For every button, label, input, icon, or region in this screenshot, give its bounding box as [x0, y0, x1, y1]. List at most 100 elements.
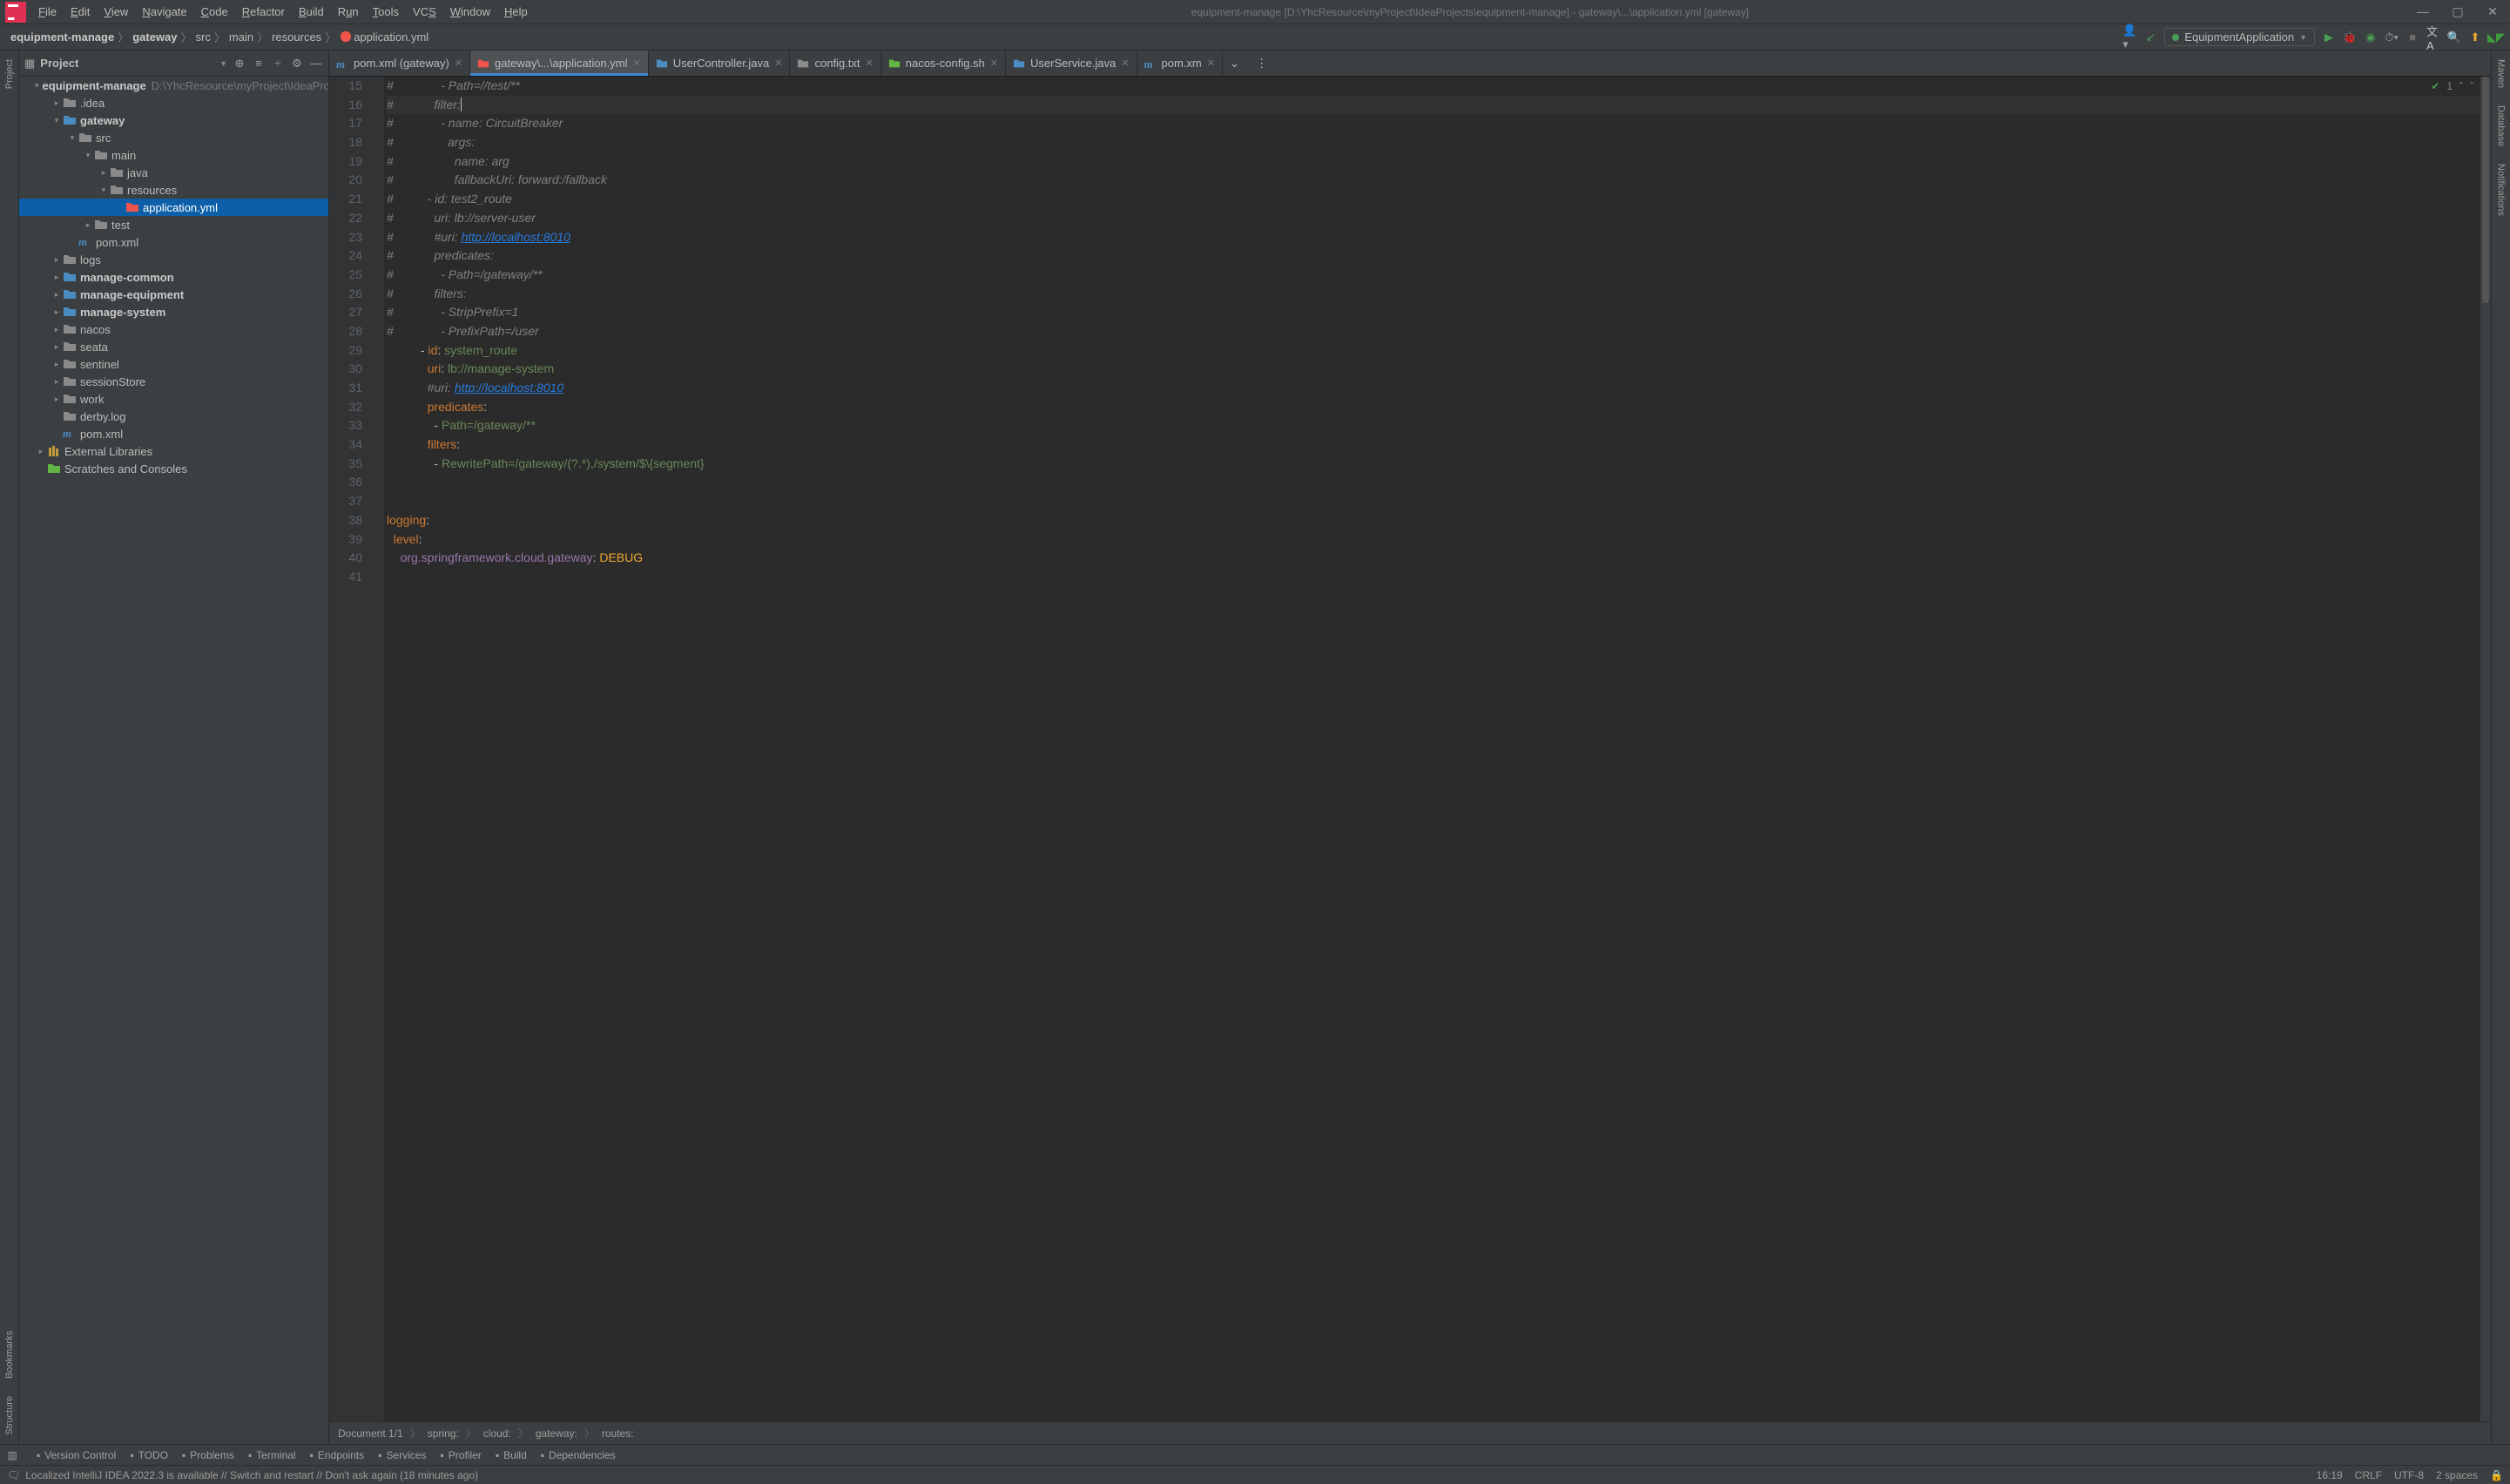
- close-tab-icon[interactable]: ✕: [1121, 57, 1129, 69]
- tree-row[interactable]: ▾equipment-manageD:\YhcResource\myProjec…: [19, 77, 328, 94]
- next-problem-icon[interactable]: ˇ: [2470, 80, 2473, 92]
- code-line[interactable]: # - name: CircuitBreaker: [387, 114, 2480, 133]
- tree-row[interactable]: ▸manage-equipment: [19, 286, 328, 303]
- left-tab-bookmarks[interactable]: Bookmarks: [3, 1322, 17, 1387]
- code-line[interactable]: # uri: lb://server-user: [387, 209, 2480, 228]
- crumb-item[interactable]: gateway:: [536, 1427, 577, 1440]
- tree-row[interactable]: derby.log: [19, 408, 328, 425]
- crumb-item[interactable]: routes:: [602, 1427, 634, 1440]
- coverage-button[interactable]: ◉: [2364, 30, 2378, 44]
- tool-tab-services[interactable]: ▪Services: [378, 1449, 426, 1461]
- editor-tab[interactable]: gateway\...\application.yml✕: [470, 51, 649, 76]
- tree-row[interactable]: ▾main: [19, 146, 328, 164]
- editor-scrollbar[interactable]: [2480, 77, 2491, 1421]
- tree-caret-icon[interactable]: ▸: [35, 447, 47, 456]
- tree-row[interactable]: mpom.xml: [19, 233, 328, 251]
- tree-row[interactable]: ▸sentinel: [19, 355, 328, 373]
- vcs-update-icon[interactable]: ↙: [2143, 30, 2157, 44]
- tree-row[interactable]: Scratches and Consoles: [19, 460, 328, 477]
- tree-caret-icon[interactable]: ▾: [35, 81, 39, 91]
- tree-row[interactable]: ▸test: [19, 216, 328, 233]
- menu-vcs[interactable]: VCS: [406, 2, 443, 22]
- project-view-icon[interactable]: ▦: [24, 57, 35, 71]
- tree-caret-icon[interactable]: ▾: [82, 151, 94, 160]
- status-field[interactable]: CRLF: [2355, 1469, 2382, 1481]
- tree-caret-icon[interactable]: ▾: [51, 116, 63, 125]
- inspection-widget[interactable]: ✔ 1 ˆ ˇ: [2431, 80, 2473, 92]
- status-message[interactable]: Localized IntelliJ IDEA 2022.3 is availa…: [25, 1469, 2316, 1481]
- code-line[interactable]: predicates:: [387, 398, 2480, 417]
- code-line[interactable]: # fallbackUri: forward:/fallback: [387, 171, 2480, 190]
- ide-updates-icon[interactable]: ⬆: [2468, 30, 2482, 44]
- scroll-thumb[interactable]: [2482, 77, 2489, 303]
- code-line[interactable]: [387, 473, 2480, 492]
- tree-caret-icon[interactable]: ▾: [66, 133, 78, 143]
- close-tab-icon[interactable]: ✕: [774, 57, 782, 69]
- tool-tab-build[interactable]: ▪Build: [496, 1449, 527, 1461]
- crumb-item[interactable]: spring:: [428, 1427, 459, 1440]
- chevron-down-icon[interactable]: ▼: [219, 59, 227, 68]
- tool-tab-todo[interactable]: ▪TODO: [130, 1449, 168, 1461]
- code-line[interactable]: # filters:: [387, 285, 2480, 304]
- menu-file[interactable]: File: [31, 2, 64, 22]
- code-line[interactable]: [387, 568, 2480, 587]
- tree-row[interactable]: ▸logs: [19, 251, 328, 268]
- menu-navigate[interactable]: Navigate: [135, 2, 193, 22]
- select-opened-file-icon[interactable]: ⊕: [233, 57, 246, 71]
- tool-windows-icon[interactable]: ▥: [5, 1448, 19, 1462]
- close-tab-icon[interactable]: ✕: [866, 57, 874, 69]
- collapse-all-icon[interactable]: ÷: [271, 57, 285, 71]
- menu-build[interactable]: Build: [292, 2, 331, 22]
- debug-button[interactable]: 🐞: [2343, 30, 2357, 44]
- code-line[interactable]: - id: system_route: [387, 341, 2480, 361]
- editor-tab[interactable]: nacos-config.sh✕: [881, 51, 1006, 76]
- code-line[interactable]: filters:: [387, 435, 2480, 455]
- code-line[interactable]: logging:: [387, 511, 2480, 530]
- tabs-more-icon[interactable]: ⋮: [1256, 57, 1267, 71]
- code-line[interactable]: # - Path=/gateway/**: [387, 266, 2480, 285]
- minimize-button[interactable]: —: [2405, 4, 2440, 19]
- crumb-item[interactable]: Document 1/1: [338, 1427, 403, 1440]
- hide-panel-icon[interactable]: —: [309, 57, 323, 71]
- code-line[interactable]: - Path=/gateway/**: [387, 416, 2480, 435]
- editor-tab[interactable]: mpom.xml (gateway)✕: [329, 51, 470, 76]
- breadcrumb-item[interactable]: main: [226, 30, 257, 44]
- tree-caret-icon[interactable]: ▸: [51, 325, 63, 334]
- tool-tab-problems[interactable]: ▪Problems: [182, 1449, 234, 1461]
- menu-code[interactable]: Code: [194, 2, 235, 22]
- translate-icon[interactable]: 文A: [2426, 30, 2440, 44]
- code-line[interactable]: # predicates:: [387, 246, 2480, 266]
- run-button[interactable]: ▶: [2322, 30, 2336, 44]
- status-field[interactable]: UTF-8: [2394, 1469, 2424, 1481]
- tree-caret-icon[interactable]: ▾: [98, 186, 110, 195]
- tree-row[interactable]: ▸manage-common: [19, 268, 328, 286]
- chevron-down-icon[interactable]: ⌄: [1230, 57, 1239, 71]
- tree-row[interactable]: ▸sessionStore: [19, 373, 328, 390]
- code-line[interactable]: # - id: test2_route: [387, 190, 2480, 209]
- code-line[interactable]: #uri: http://localhost:8010: [387, 379, 2480, 398]
- tree-row[interactable]: ▸seata: [19, 338, 328, 355]
- tree-row[interactable]: ▾resources: [19, 181, 328, 199]
- maximize-button[interactable]: ▢: [2440, 4, 2475, 19]
- menu-run[interactable]: Run: [331, 2, 366, 22]
- code-line[interactable]: # #uri: http://localhost:8010: [387, 228, 2480, 247]
- readonly-lock-icon[interactable]: 🔒: [2490, 1469, 2503, 1481]
- add-user-icon[interactable]: 👤▾: [2122, 30, 2136, 44]
- tree-row[interactable]: ▸manage-system: [19, 303, 328, 320]
- tree-caret-icon[interactable]: ▸: [98, 168, 110, 178]
- tree-row[interactable]: ▸nacos: [19, 320, 328, 338]
- breadcrumb-item[interactable]: gateway: [129, 30, 180, 44]
- editor-body[interactable]: 1516171819202122232425262728293031323334…: [329, 77, 2491, 1421]
- tree-caret-icon[interactable]: ▸: [51, 342, 63, 352]
- editor-tab[interactable]: UserService.java✕: [1006, 51, 1137, 76]
- prev-problem-icon[interactable]: ˆ: [2459, 80, 2463, 92]
- close-tab-icon[interactable]: ✕: [1207, 57, 1215, 69]
- menu-refactor[interactable]: Refactor: [235, 2, 292, 22]
- breadcrumb-item[interactable]: application.yml: [336, 30, 432, 44]
- right-tab-database[interactable]: Database: [2494, 97, 2508, 155]
- tree-row[interactable]: ▾gateway: [19, 111, 328, 129]
- tree-caret-icon[interactable]: ▸: [51, 255, 63, 265]
- stop-button[interactable]: ■: [2405, 30, 2419, 44]
- tool-tab-profiler[interactable]: ▪Profiler: [441, 1449, 482, 1461]
- breadcrumb-item[interactable]: equipment-manage: [7, 30, 118, 44]
